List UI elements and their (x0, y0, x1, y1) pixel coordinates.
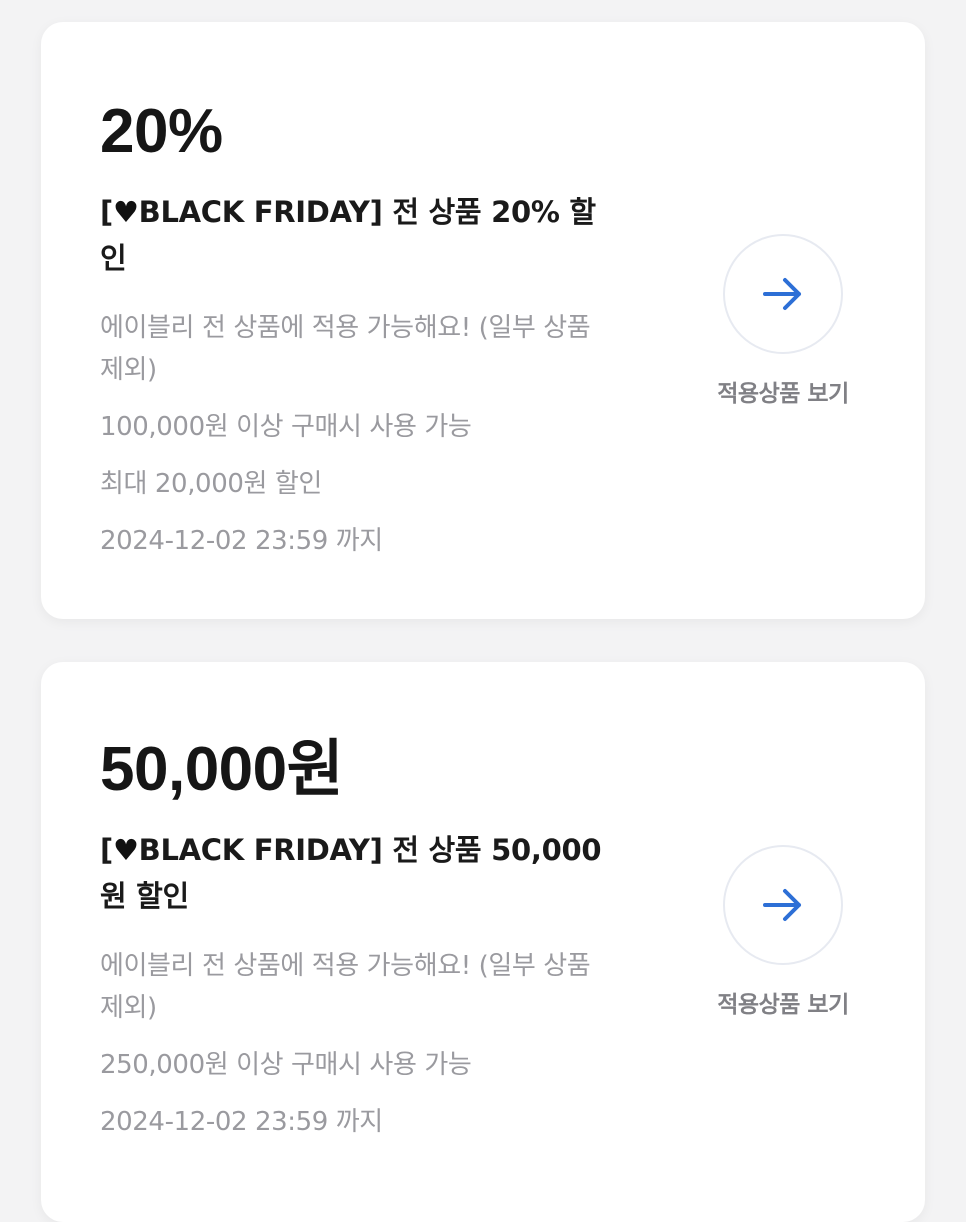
coupon-min-purchase: 250,000원 이상 구매시 사용 가능 (100, 1050, 472, 1080)
view-products-label[interactable]: 적용상품 보기 (683, 985, 883, 1019)
coupon-scope: 에이블리 전 상품에 적용 가능해요! (일부 상품 제외) (100, 951, 591, 1023)
coupon-expiry: 2024-12-02 23:59 까지 (100, 526, 383, 556)
title-bracket: [ (100, 833, 113, 867)
coupon-title: [♥BLACK FRIDAY] 전 상품 50,000원 할인 (100, 827, 620, 919)
title-text: BLACK FRIDAY] 전 상품 20% 할인 (100, 195, 596, 275)
coupon-card: 20% [♥BLACK FRIDAY] 전 상품 20% 할인 에이블리 전 상… (41, 22, 925, 619)
view-products-button[interactable] (723, 234, 843, 354)
coupon-expiry: 2024-12-02 23:59 까지 (100, 1107, 383, 1137)
coupon-details: 에이블리 전 상품에 적용 가능해요! (일부 상품 제외) 100,000원 … (100, 307, 610, 562)
arrow-right-icon (763, 889, 801, 921)
coupon-amount: 20% (100, 97, 223, 166)
title-bracket: [ (100, 195, 113, 229)
arrow-right-icon (763, 278, 801, 310)
title-text: BLACK FRIDAY] 전 상품 50,000원 할인 (100, 833, 602, 913)
coupon-title: [♥BLACK FRIDAY] 전 상품 20% 할인 (100, 189, 620, 281)
black-heart-icon: ♥ (112, 833, 139, 867)
coupon-max-discount: 최대 20,000원 할인 (100, 469, 322, 499)
coupon-min-purchase: 100,000원 이상 구매시 사용 가능 (100, 412, 472, 442)
coupon-scope: 에이블리 전 상품에 적용 가능해요! (일부 상품 제외) (100, 313, 591, 385)
coupon-details: 에이블리 전 상품에 적용 가능해요! (일부 상품 제외) 250,000원 … (100, 945, 610, 1143)
black-heart-icon: ♥ (112, 195, 139, 229)
coupon-card: 50,000원 [♥BLACK FRIDAY] 전 상품 50,000원 할인 … (41, 662, 925, 1222)
coupon-amount: 50,000원 (100, 735, 344, 804)
view-products-label[interactable]: 적용상품 보기 (683, 374, 883, 408)
view-products-button[interactable] (723, 845, 843, 965)
